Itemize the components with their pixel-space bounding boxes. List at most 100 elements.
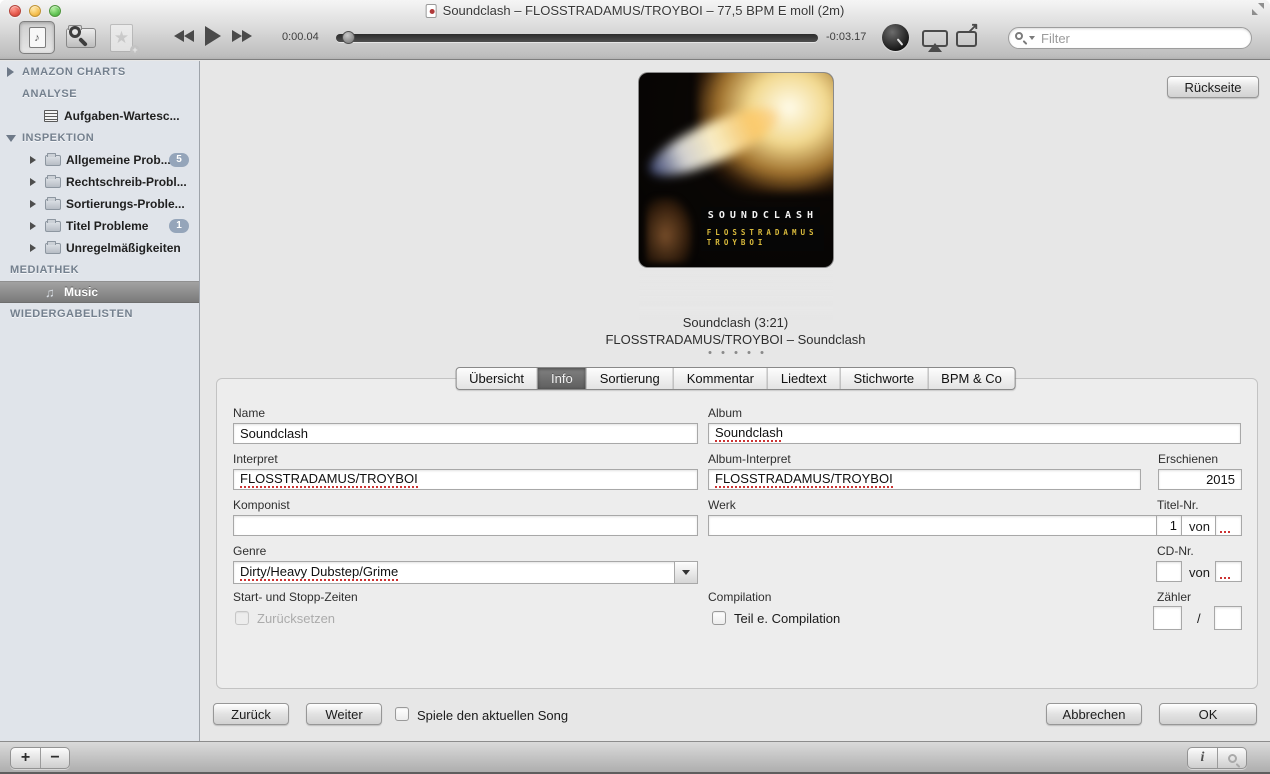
album-interpret-field[interactable]: FLOSSTRADAMUS/TROYBOI xyxy=(708,469,1141,490)
zoom-button[interactable] xyxy=(49,5,61,17)
time-elapsed: 0:00.04 xyxy=(282,31,319,43)
name-field[interactable]: Soundclash xyxy=(233,423,698,444)
sidebar-header-analyse: ANALYSE xyxy=(0,83,199,105)
seek-slider[interactable] xyxy=(336,34,818,42)
genre-dropdown-button[interactable] xyxy=(674,562,697,583)
play-current-song-checkbox[interactable] xyxy=(395,707,409,721)
cd-nr-field[interactable] xyxy=(1156,561,1182,582)
window-title: Soundclash – FLOSSTRADAMUS/TROYBOI – 77,… xyxy=(426,3,845,18)
tab-sortierung[interactable]: Sortierung xyxy=(586,368,673,389)
start-stopp-label: Start- und Stopp-Zeiten xyxy=(233,590,358,604)
tab-stichworte[interactable]: Stichworte xyxy=(839,368,927,389)
music-note-icon: ♫ xyxy=(45,285,55,300)
disclosure-collapsed-icon[interactable] xyxy=(30,200,36,208)
disclosure-collapsed-icon[interactable] xyxy=(7,67,14,77)
search-button[interactable] xyxy=(1217,748,1246,768)
titel-nr-field[interactable]: 1 xyxy=(1156,515,1182,536)
komponist-label: Komponist xyxy=(233,498,290,512)
zaehler-field[interactable] xyxy=(1153,606,1182,630)
share-icon[interactable]: ↗ xyxy=(956,31,977,47)
sidebar-item-music[interactable]: ♫ Music xyxy=(0,281,199,303)
ok-button[interactable]: OK xyxy=(1159,703,1257,725)
magnifier-icon xyxy=(69,26,81,38)
minimize-button[interactable] xyxy=(29,5,41,17)
transport-controls xyxy=(174,26,252,46)
spellcheck-mark xyxy=(1220,567,1232,579)
abbrechen-button[interactable]: Abbrechen xyxy=(1046,703,1142,725)
komponist-field[interactable] xyxy=(233,515,698,536)
tab-uebersicht[interactable]: Übersicht xyxy=(456,368,537,389)
zurueck-button[interactable]: Zurück xyxy=(213,703,289,725)
window-title-text: Soundclash – FLOSSTRADAMUS/TROYBOI – 77,… xyxy=(443,3,845,18)
seek-thumb[interactable] xyxy=(342,31,355,44)
music-document-icon: ♪ xyxy=(29,27,46,48)
sidebar-item-rechtschreib-probleme[interactable]: Rechtschreib-Probl... xyxy=(0,171,199,193)
sidebar-item-allgemeine-probleme[interactable]: Allgemeine Prob... 5 xyxy=(0,149,199,171)
sidebar-item-unregelmaessigkeiten[interactable]: Unregelmäßigkeiten xyxy=(0,237,199,259)
compilation-checkbox[interactable] xyxy=(712,611,726,625)
disclosure-collapsed-icon[interactable] xyxy=(30,178,36,186)
rewind-button[interactable] xyxy=(174,30,194,42)
volume-knob-icon[interactable] xyxy=(882,24,909,51)
add-button[interactable]: + xyxy=(11,748,40,768)
info-form-panel: Name Soundclash Album Soundclash Interpr… xyxy=(216,378,1258,689)
tab-bar: Übersicht Info Sortierung Kommentar Lied… xyxy=(455,367,1016,390)
album-artwork: SOUNDCLASH FLOSSTRADAMUS TROYBOI xyxy=(639,73,833,267)
artwork-page-dots[interactable] xyxy=(708,351,763,354)
album-label: Album xyxy=(708,406,742,420)
fast-forward-button[interactable] xyxy=(232,30,252,42)
titlebar-toolbar: Soundclash – FLOSSTRADAMUS/TROYBOI – 77,… xyxy=(0,0,1270,60)
sidebar-header-amazon-charts: AMAZON CHARTS xyxy=(0,61,199,83)
new-smart-item-button[interactable]: ★ + xyxy=(106,23,140,55)
interpret-label: Interpret xyxy=(233,452,278,466)
filter-field-wrap xyxy=(1008,27,1252,49)
minus-icon: − xyxy=(50,748,59,768)
cd-nr-total-field[interactable] xyxy=(1215,561,1242,582)
count-badge: 1 xyxy=(169,219,189,233)
task-list-icon xyxy=(44,110,58,122)
cd-nr-label: CD-Nr. xyxy=(1157,544,1194,558)
time-remaining: -0:03.17 xyxy=(826,31,866,43)
sidebar-item-sortierungs-probleme[interactable]: Sortierungs-Proble... xyxy=(0,193,199,215)
status-bar: + − i xyxy=(0,741,1270,774)
share-arrow-icon: ↗ xyxy=(966,19,979,37)
plus-icon: + xyxy=(21,748,30,768)
fullscreen-icon[interactable] xyxy=(1252,3,1264,15)
inspect-library-button[interactable] xyxy=(62,22,102,54)
tab-kommentar[interactable]: Kommentar xyxy=(673,368,767,389)
erschienen-field[interactable]: 2015 xyxy=(1158,469,1242,490)
weiter-button[interactable]: Weiter xyxy=(306,703,382,725)
track-document-icon xyxy=(426,4,437,18)
info-button[interactable]: i xyxy=(1188,748,1217,768)
album-field[interactable]: Soundclash xyxy=(708,423,1241,444)
disclosure-collapsed-icon[interactable] xyxy=(30,244,36,252)
sidebar-item-titel-probleme[interactable]: Titel Probleme 1 xyxy=(0,215,199,237)
disclosure-collapsed-icon[interactable] xyxy=(30,156,36,164)
plus-badge-icon: + xyxy=(130,45,140,55)
interpret-field[interactable]: FLOSSTRADAMUS/TROYBOI xyxy=(233,469,698,490)
erschienen-label: Erschienen xyxy=(1158,452,1218,466)
genre-label: Genre xyxy=(233,544,266,558)
count-badge: 5 xyxy=(169,153,189,167)
tab-info[interactable]: Info xyxy=(537,368,586,389)
cd-von-label: von xyxy=(1189,565,1210,580)
remove-button[interactable]: − xyxy=(40,748,69,768)
tab-liedtext[interactable]: Liedtext xyxy=(767,368,840,389)
airplay-icon[interactable] xyxy=(922,30,948,47)
disclosure-collapsed-icon[interactable] xyxy=(30,222,36,230)
folder-icon xyxy=(45,155,61,166)
sidebar-header-inspektion: INSPEKTION xyxy=(0,127,199,149)
tab-bpm-co[interactable]: BPM & Co xyxy=(927,368,1015,389)
album-artwork-image: SOUNDCLASH FLOSSTRADAMUS TROYBOI xyxy=(639,73,833,267)
genre-combobox[interactable]: Dirty/Heavy Dubstep/Grime xyxy=(233,561,698,584)
search-options-caret-icon[interactable] xyxy=(1029,36,1035,40)
zaehler-total-field[interactable] xyxy=(1214,606,1242,630)
disclosure-expanded-icon[interactable] xyxy=(6,135,16,142)
sidebar-item-aufgaben-warteschlange[interactable]: Aufgaben-Wartesc... xyxy=(0,105,199,127)
info-panel-button[interactable]: ♪ xyxy=(19,21,55,54)
close-button[interactable] xyxy=(9,5,21,17)
titel-nr-total-field[interactable] xyxy=(1215,515,1242,536)
rueckseite-button[interactable]: Rückseite xyxy=(1167,76,1259,98)
play-button[interactable] xyxy=(205,26,221,46)
filter-input[interactable] xyxy=(1008,27,1252,49)
